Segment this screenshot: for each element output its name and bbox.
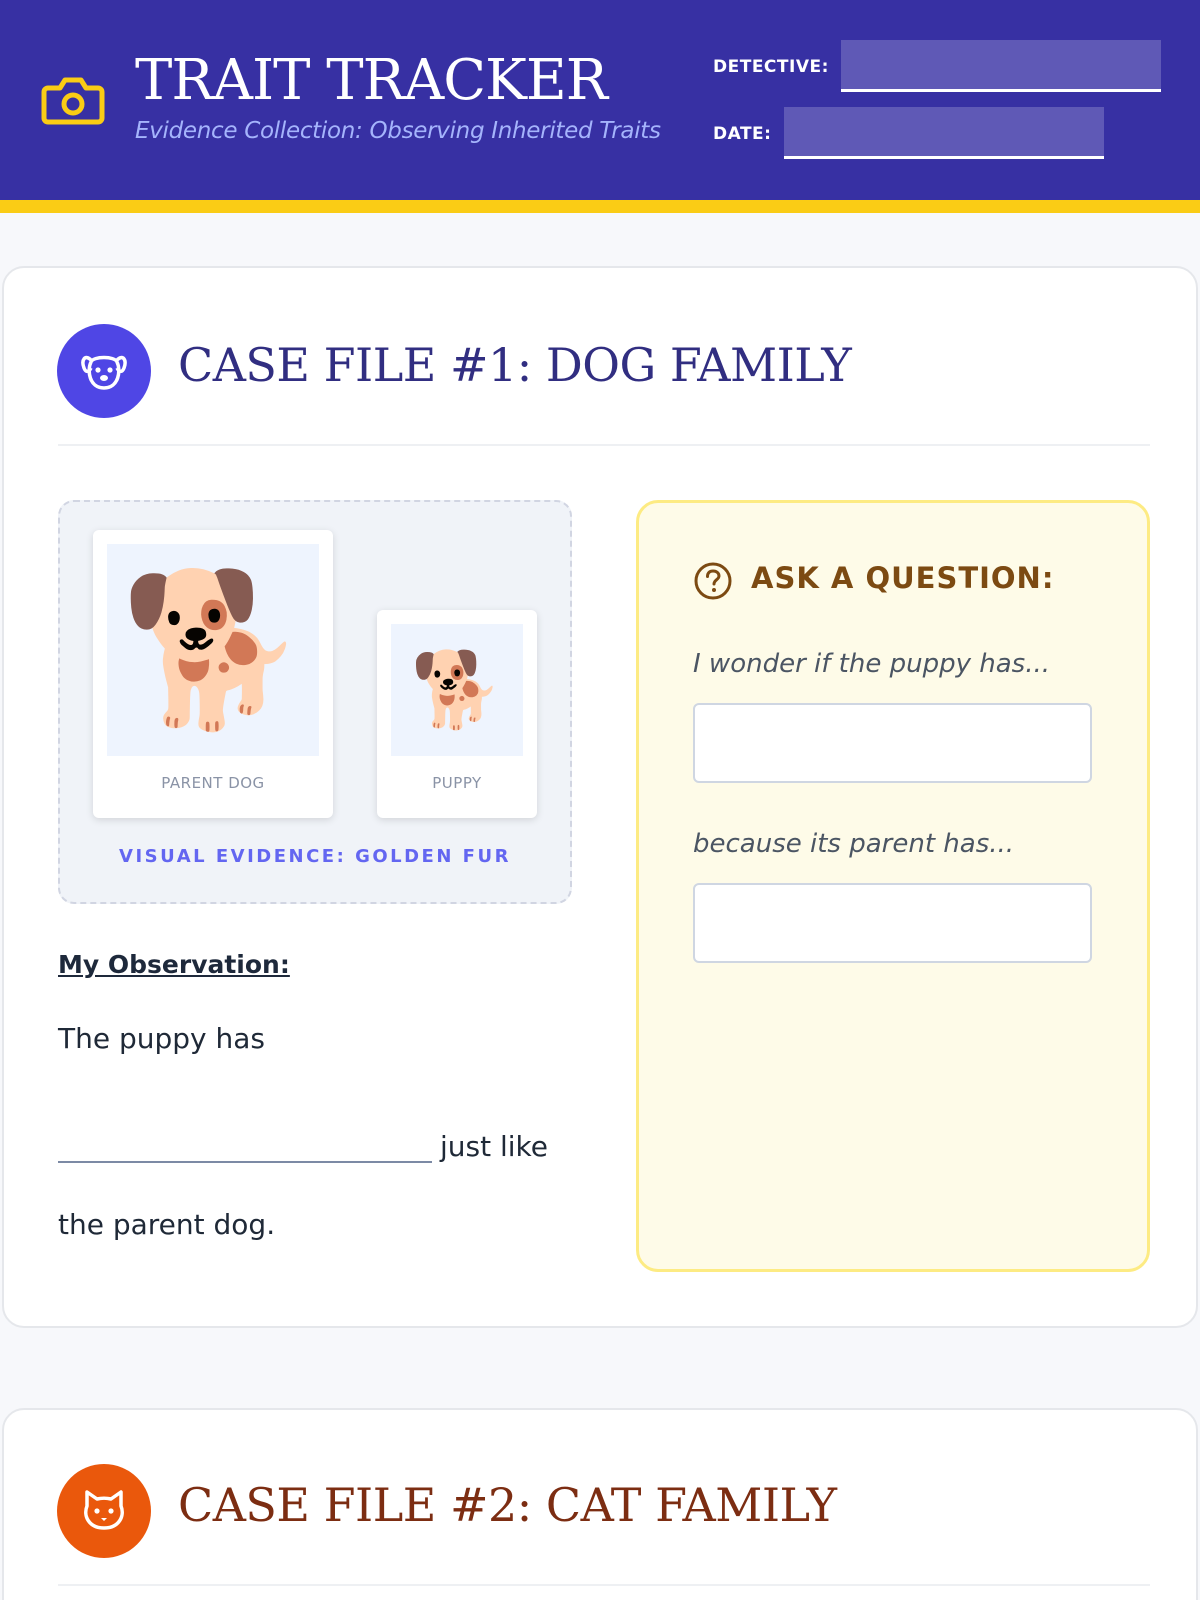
observation-line-1: The puppy has [58,1022,266,1055]
evidence-caption: VISUAL EVIDENCE: GOLDEN FUR [119,846,511,867]
question-prompt-1: I wonder if the puppy has... [693,649,1051,679]
ask-question-panel: ASK A QUESTION: I wonder if the puppy ha… [636,500,1150,1272]
observation-blank[interactable] [58,1161,432,1163]
observation-heading: My Observation: [58,950,290,979]
question-prompt-2: because its parent has... [693,829,1015,859]
case-file-title: CASE FILE #1: DOG FAMILY [178,338,852,392]
page-header: TRAIT TRACKER Evidence Collection: Obser… [0,0,1200,200]
page-title: TRAIT TRACKER [135,48,608,113]
case-file-dog: CASE FILE #1: DOG FAMILY 🐕 PARENT DOG 🐕 … [2,266,1198,1328]
parent-dog-label: PARENT DOG [161,774,265,792]
case-file-cat: CASE FILE #2: CAT FAMILY [2,1408,1198,1600]
question-answer-2[interactable] [693,883,1092,963]
section-divider [58,444,1150,446]
camera-icon [41,77,105,125]
page-subtitle: Evidence Collection: Observing Inherited… [135,118,661,144]
question-circle-icon [694,562,732,600]
puppy-photo: 🐕 PUPPY [377,610,537,818]
detective-field[interactable] [841,40,1161,92]
puppy-label: PUPPY [432,774,482,792]
date-label: DATE: [713,124,772,144]
observation-line-3: the parent dog. [58,1208,276,1241]
question-answer-1[interactable] [693,703,1092,783]
visual-evidence-panel: 🐕 PARENT DOG 🐕 PUPPY VISUAL EVIDENCE: GO… [58,500,572,904]
question-title: ASK A QUESTION: [751,561,1055,595]
observation-line-2: just like [440,1130,548,1163]
cat-face-icon [57,1464,151,1558]
parent-dog-photo: 🐕 PARENT DOG [93,530,333,818]
parent-dog-image: 🐕 [119,563,307,737]
case-file-title: CASE FILE #2: CAT FAMILY [178,1478,837,1532]
puppy-image: 🐕 [410,647,504,733]
header-accent-stripe [0,200,1200,213]
date-field[interactable] [784,107,1104,159]
detective-label: DETECTIVE: [713,57,829,77]
dog-face-icon [57,324,151,418]
section-divider [58,1584,1150,1586]
